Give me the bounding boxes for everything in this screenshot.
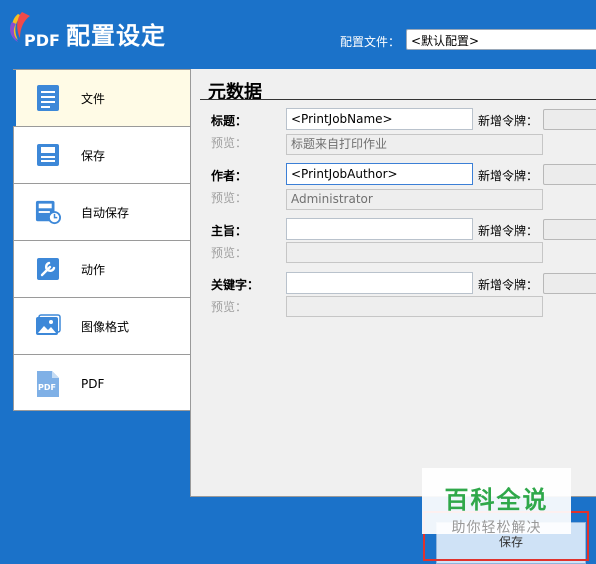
save-icon: [35, 141, 61, 169]
author-token-label: 新增令牌：: [478, 169, 539, 183]
document-icon: [35, 84, 61, 112]
svg-text:PDF: PDF: [38, 383, 56, 392]
keywords-token-label: 新增令牌：: [478, 278, 539, 292]
sidebar-item-label: 文件: [81, 91, 106, 106]
subject-token-select[interactable]: [543, 219, 596, 240]
sidebar-item-autosave[interactable]: 自动保存: [14, 184, 190, 241]
sidebar-item-label: 动作: [81, 262, 106, 277]
keywords-label: 关键字：: [211, 278, 260, 292]
sidebar-item-save[interactable]: 保存: [14, 127, 190, 184]
pdf-icon: PDF: [35, 370, 61, 398]
title-input[interactable]: <PrintJobName>: [286, 108, 473, 130]
keywords-preview-label: 预览：: [211, 300, 248, 314]
watermark-sub: 助你轻松解决: [451, 520, 542, 536]
author-label: 作者：: [211, 169, 248, 183]
subject-input[interactable]: [286, 218, 473, 240]
subject-label: 主旨：: [211, 224, 248, 238]
app-logo: PDF: [6, 10, 62, 52]
author-preview-label: 预览：: [211, 191, 248, 205]
title-token-label: 新增令牌：: [478, 114, 539, 128]
subject-preview: [286, 242, 543, 263]
title-token-select[interactable]: [543, 109, 596, 130]
sidebar-item-label: 保存: [81, 148, 106, 163]
subject-preview-label: 预览：: [211, 246, 248, 260]
section-title: 元数据: [208, 82, 262, 103]
sidebar-item-label: 自动保存: [81, 205, 130, 220]
sidebar-item-pdf[interactable]: PDF PDF: [14, 355, 190, 412]
sidebar-item-label: PDF: [81, 376, 105, 391]
image-icon: [35, 312, 61, 340]
section-divider: [200, 99, 596, 100]
autosave-icon: [35, 198, 61, 226]
sidebar-item-actions[interactable]: 动作: [14, 241, 190, 298]
author-token-select[interactable]: [543, 164, 596, 185]
keywords-input[interactable]: [286, 272, 473, 294]
subject-token-label: 新增令牌：: [478, 224, 539, 238]
sidebar-item-document[interactable]: 文件: [13, 70, 190, 127]
author-preview: Administrator: [286, 189, 543, 210]
wrench-icon: [35, 255, 61, 283]
watermark-main: 百科全说: [444, 486, 549, 514]
sidebar-item-label: 图像格式: [81, 319, 130, 334]
profile-label: 配置文件：: [340, 35, 401, 49]
keywords-preview: [286, 296, 543, 317]
watermark: 百科全说 助你轻松解决: [422, 468, 571, 536]
sidebar: 文件 保存 自动保存 动作 图像格式 PDF PDF: [13, 69, 191, 411]
logo-text: PDF: [24, 31, 60, 50]
sidebar-item-image-format[interactable]: 图像格式: [14, 298, 190, 355]
profile-select[interactable]: <默认配置>: [406, 29, 596, 50]
title-preview: 标题来自打印作业: [286, 134, 543, 155]
title-label: 标题：: [211, 114, 248, 128]
app-title: 配置设定: [66, 22, 166, 50]
author-input[interactable]: <PrintJobAuthor>: [286, 163, 473, 185]
keywords-token-select[interactable]: [543, 273, 596, 294]
title-preview-label: 预览：: [211, 136, 248, 150]
